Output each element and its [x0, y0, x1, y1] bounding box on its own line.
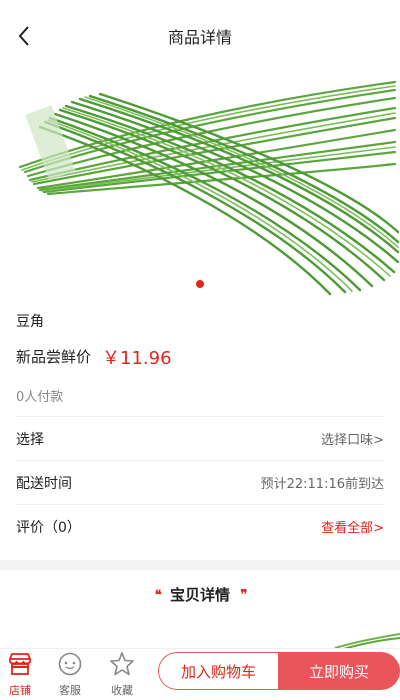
page-title: 商品详情 — [167, 28, 232, 47]
product-price: ￥11.96 — [102, 348, 172, 369]
delivery-row: 配送时间 预计22:11:16前到达 — [16, 460, 384, 504]
delivery-value: 预计22:11:16前到达 — [260, 477, 384, 492]
tab-favorite[interactable]: 收藏 — [102, 651, 142, 700]
section-divider — [0, 560, 400, 570]
nav-bar: 商品详情 — [0, 0, 400, 72]
paid-count: 0人付款 — [16, 390, 64, 405]
quote-right-icon: ❜❜ — [240, 585, 248, 604]
tab-favorite-label: 收藏 — [111, 684, 133, 697]
star-icon — [110, 652, 134, 676]
store-icon — [9, 653, 31, 675]
promo-label: 新品尝鲜价 — [16, 348, 92, 366]
option-value: 选择口味> — [321, 433, 384, 448]
product-name: 豆角 — [16, 314, 44, 330]
option-label: 选择 — [16, 431, 44, 448]
tab-store-label: 店铺 — [9, 684, 31, 697]
quote-left-icon: ❛❛ — [154, 585, 162, 604]
option-row[interactable]: 选择 选择口味> — [16, 416, 384, 460]
details-image-peek — [330, 630, 400, 650]
details-title: 宝贝详情 — [169, 586, 230, 604]
buy-now-button[interactable]: 立即购买 — [278, 652, 400, 690]
review-row[interactable]: 评价（0） 查看全部> — [16, 504, 384, 548]
tab-customer-service-label: 客服 — [59, 684, 81, 697]
carousel-indicator — [0, 280, 400, 288]
view-all-reviews-link[interactable]: 查看全部> — [321, 517, 384, 536]
details-header: ❛❛ 宝贝详情 ❜❜ — [0, 584, 400, 605]
add-to-cart-button[interactable]: 加入购物车 — [158, 652, 278, 690]
review-label: 评价（0） — [16, 519, 81, 536]
tab-customer-service[interactable]: 客服 — [50, 651, 90, 700]
tab-store[interactable]: 店铺 — [0, 651, 40, 700]
delivery-label: 配送时间 — [16, 475, 72, 492]
carousel-dot-active[interactable] — [196, 280, 204, 288]
long-beans-illustration — [18, 80, 400, 296]
customer-service-icon — [58, 652, 82, 676]
product-image[interactable] — [0, 72, 400, 300]
